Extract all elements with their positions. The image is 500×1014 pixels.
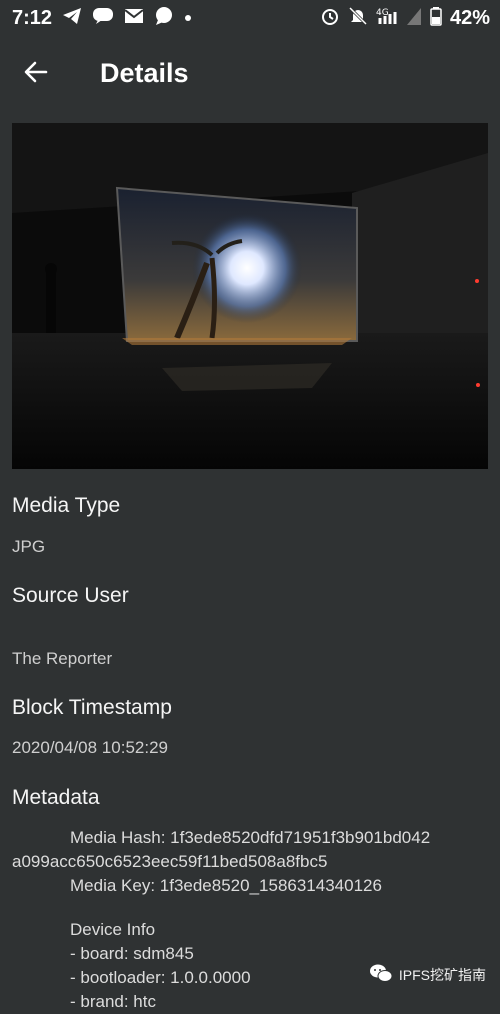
alarm-icon xyxy=(320,6,340,31)
media-type-label: Media Type xyxy=(12,494,121,517)
status-bar: 7:12 4G 42% xyxy=(0,0,500,36)
block-timestamp-value-row: 2020/04/08 10:52:29 xyxy=(12,738,488,758)
source-user-value: The Reporter xyxy=(12,649,113,668)
media-key-line: Media Key: 1f3ede8520_1586314340126 xyxy=(70,876,382,895)
metadata-section: Metadata xyxy=(12,786,488,810)
mute-icon xyxy=(348,6,368,31)
battery-percent: 42% xyxy=(449,6,490,29)
media-image[interactable] xyxy=(12,123,488,469)
dot-icon xyxy=(184,10,192,26)
telegram-icon xyxy=(62,7,82,29)
source-user-value-row: The Reporter xyxy=(12,649,488,669)
device-info-heading: Device Info xyxy=(70,920,156,939)
page-title: Details xyxy=(100,58,189,88)
signal-4g-icon: 4G xyxy=(376,6,398,31)
wechat-icon xyxy=(369,963,393,986)
block-timestamp-value: 2020/04/08 10:52:29 xyxy=(12,738,168,757)
arrow-left-icon xyxy=(22,58,50,91)
watermark-text: IPFS挖矿指南 xyxy=(398,966,486,983)
media-type-value-row: JPG xyxy=(12,537,488,557)
app-bar: Details xyxy=(0,36,500,112)
source-user-section: Source User xyxy=(12,584,488,608)
device-brand: - brand: htc xyxy=(70,992,156,1011)
metadata-label: Metadata xyxy=(12,786,100,809)
battery-icon xyxy=(430,6,442,31)
watermark: IPFS挖矿指南 xyxy=(369,963,486,986)
media-type-section: Media Type xyxy=(12,494,488,518)
back-button[interactable] xyxy=(18,56,54,92)
media-hash-line: Media Hash: 1f3ede8520dfd71951f3b901bd04… xyxy=(70,828,431,847)
media-type-value: JPG xyxy=(12,537,46,556)
signal-icon xyxy=(406,6,422,31)
media-hash-continuation: a099acc650c6523eec59f11bed508a8fbc5 xyxy=(12,852,328,871)
status-time: 7:12 xyxy=(12,6,53,29)
chat-icon xyxy=(92,7,114,29)
message-icon xyxy=(154,7,174,29)
block-timestamp-section: Block Timestamp xyxy=(12,696,488,720)
source-user-label: Source User xyxy=(12,584,129,607)
gmail-icon xyxy=(124,8,144,28)
svg-text:4G: 4G xyxy=(376,8,389,18)
block-timestamp-label: Block Timestamp xyxy=(12,696,172,719)
